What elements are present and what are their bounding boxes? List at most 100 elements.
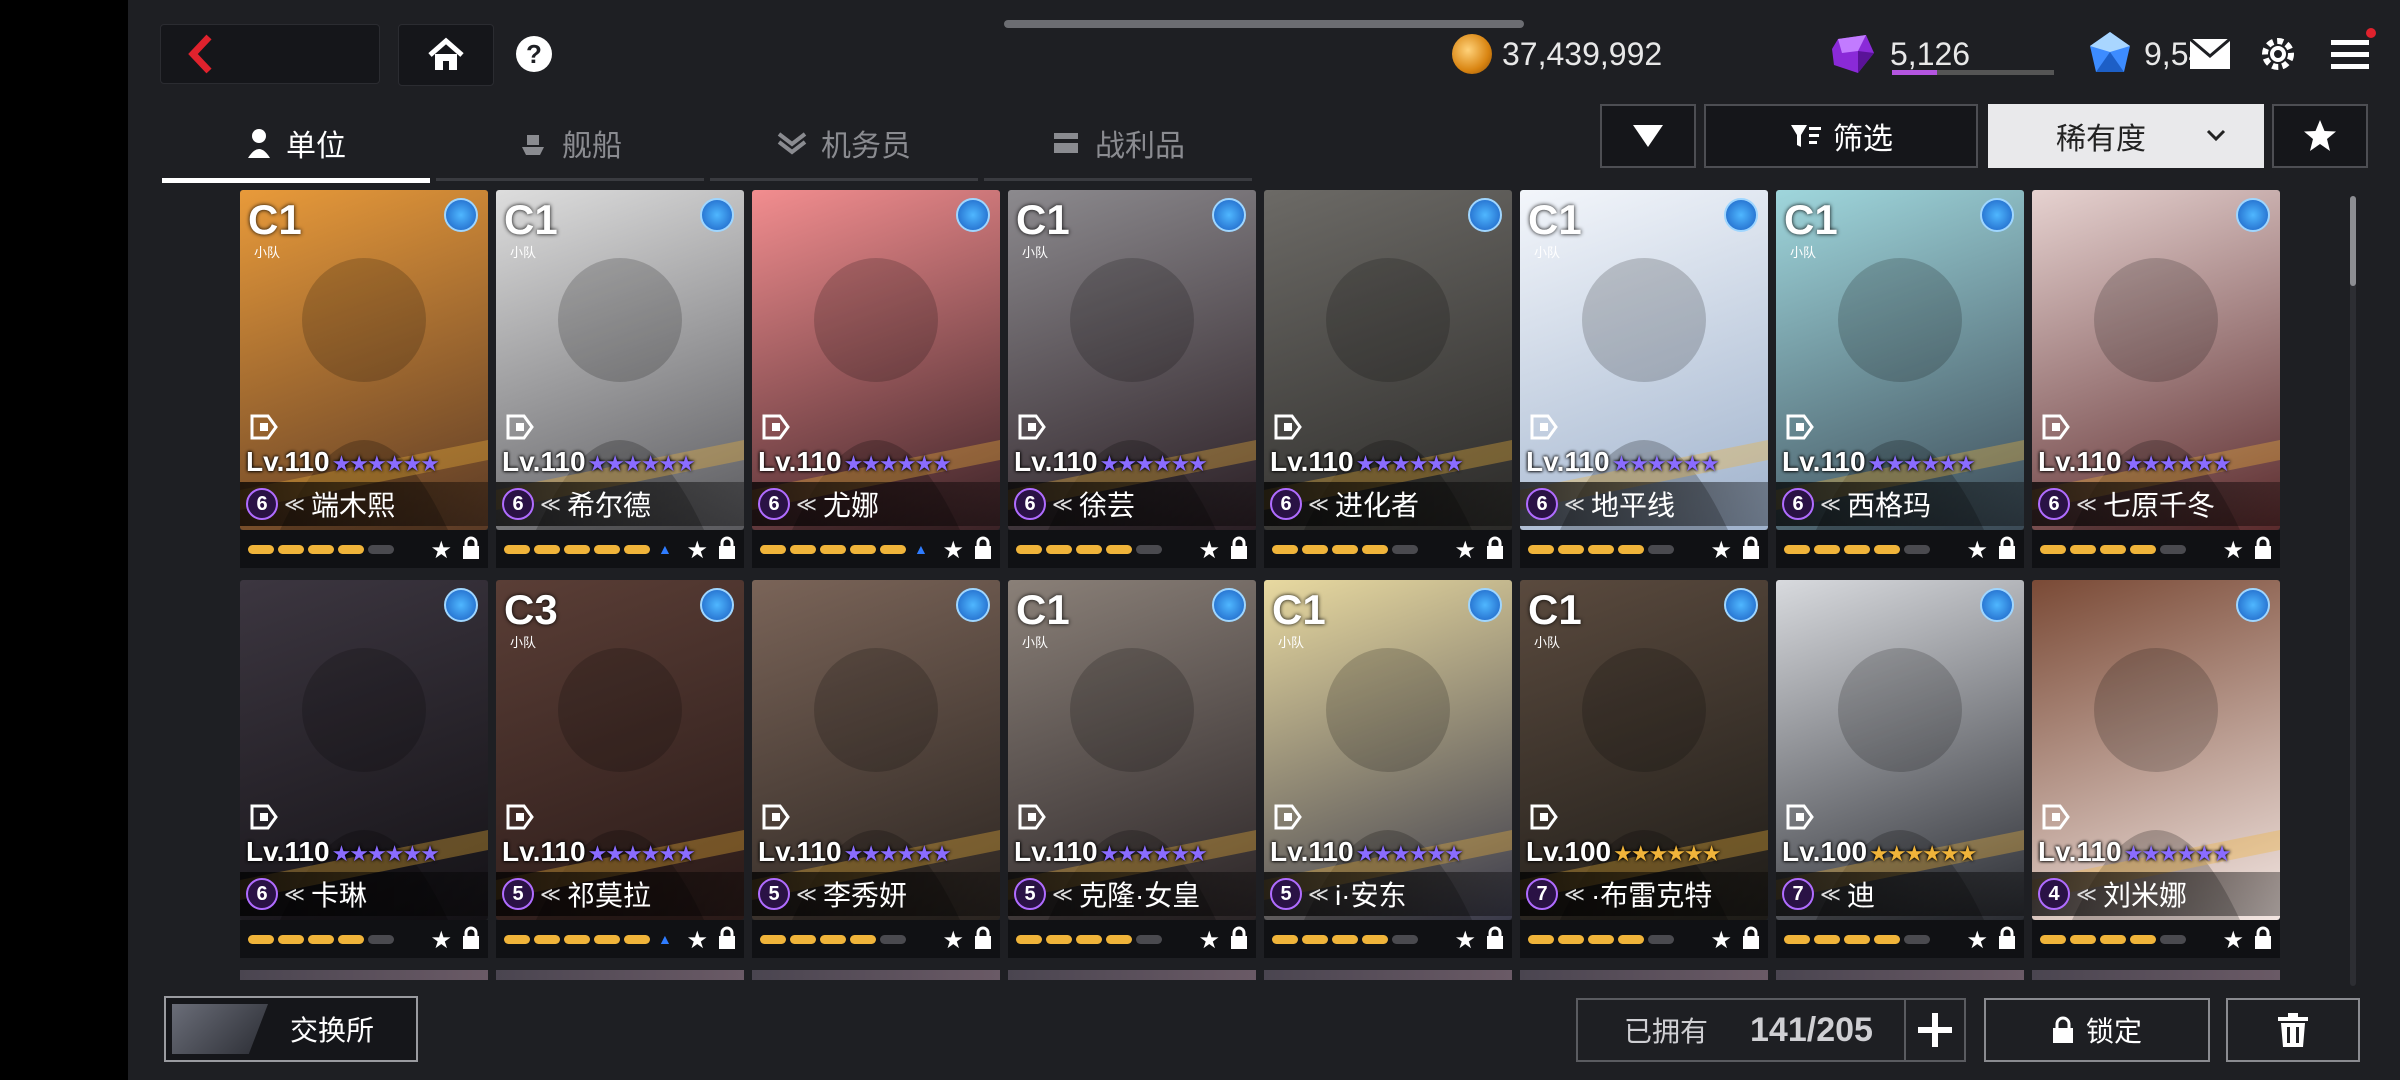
favorite-star-icon[interactable]: ★ bbox=[2222, 536, 2244, 565]
lock-icon[interactable] bbox=[718, 536, 736, 560]
tab-units[interactable]: 单位 bbox=[162, 108, 430, 183]
favorite-star-icon[interactable]: ★ bbox=[430, 926, 452, 955]
unit-card[interactable]: Lv.100★★★★★★ 7 ≪ 迪 ★ bbox=[1776, 580, 2024, 958]
level-text: Lv.110 bbox=[1014, 446, 1098, 477]
grade-badge: 6 bbox=[2038, 488, 2070, 520]
tab-loot[interactable]: 战利品 bbox=[984, 108, 1252, 181]
lock-icon[interactable] bbox=[1486, 926, 1504, 950]
home-button[interactable] bbox=[398, 24, 494, 86]
collapse-toggle-button[interactable] bbox=[1600, 104, 1696, 168]
star-rating: ★★★★★★ bbox=[1611, 451, 1720, 476]
unit-card-partial[interactable] bbox=[1264, 970, 1512, 980]
unit-card[interactable]: Lv.110★★★★★★ 4 ≪ 刘米娜 ★ bbox=[2032, 580, 2280, 958]
card-footer: ★ bbox=[1776, 920, 2024, 958]
exchange-button[interactable]: 交换所 bbox=[164, 996, 418, 1062]
unit-card[interactable]: Lv.110★★★★★★ 6 ≪ 进化者 ★ bbox=[1264, 190, 1512, 568]
mail-button[interactable] bbox=[2188, 32, 2232, 76]
filter-button[interactable]: 筛选 bbox=[1704, 104, 1978, 168]
rank-label: C1 bbox=[1528, 586, 1582, 633]
wing-emblem-icon: ≪ bbox=[284, 493, 305, 516]
lock-icon[interactable] bbox=[2254, 536, 2272, 560]
unit-card-partial[interactable] bbox=[1520, 970, 1768, 980]
favorite-star-icon[interactable]: ★ bbox=[1710, 926, 1732, 955]
unit-card[interactable]: C1 小队 Lv.110★★★★★★ 6 ≪ 端木熙 ★ bbox=[240, 190, 488, 568]
lock-icon[interactable] bbox=[1230, 536, 1248, 560]
unit-card-partial[interactable] bbox=[1008, 970, 1256, 980]
unit-card[interactable]: C1 小队 Lv.110★★★★★★ 5 ≪ i·安东 ★ bbox=[1264, 580, 1512, 958]
grid-scrollbar[interactable] bbox=[2350, 196, 2356, 986]
expand-capacity-button[interactable] bbox=[1904, 998, 1966, 1062]
tab-ships[interactable]: 舰船 bbox=[436, 108, 704, 181]
ability-pip bbox=[1392, 544, 1418, 554]
unit-portrait: Lv.110★★★★★★ 5 ≪ 李秀妍 bbox=[752, 580, 1000, 920]
top-bar: ? 37,439,992 5,126 9,547 bbox=[128, 0, 2400, 100]
lock-button[interactable]: 锁定 bbox=[1984, 998, 2210, 1062]
lock-icon[interactable] bbox=[974, 536, 992, 560]
lock-icon[interactable] bbox=[462, 536, 480, 560]
ability-pip bbox=[338, 544, 364, 554]
unit-card[interactable]: C1 小队 Lv.110★★★★★★ 6 ≪ 西格玛 ★ bbox=[1776, 190, 2024, 568]
favorite-star-icon[interactable]: ★ bbox=[686, 536, 708, 565]
name-bar: 6 ≪ 徐芸 bbox=[1008, 482, 1256, 526]
ability-pip bbox=[1046, 544, 1072, 554]
unit-card[interactable]: C1 小队 Lv.110★★★★★★ 5 ≪ 克隆·女皇 ★ bbox=[1008, 580, 1256, 958]
settings-button[interactable] bbox=[2256, 32, 2300, 76]
favorite-star-icon[interactable]: ★ bbox=[1966, 536, 1988, 565]
unit-card[interactable]: Lv.110★★★★★★ 6 ≪ 七原千冬 ★ bbox=[2032, 190, 2280, 568]
favorite-filter-button[interactable] bbox=[2272, 104, 2368, 168]
lock-icon[interactable] bbox=[1230, 926, 1248, 950]
unit-card-partial[interactable] bbox=[2032, 970, 2280, 980]
ability-pip bbox=[2100, 544, 2126, 554]
favorite-star-icon[interactable]: ★ bbox=[1454, 536, 1476, 565]
unit-card[interactable]: Lv.110★★★★★★ 6 ≪ 卡琳 ★ bbox=[240, 580, 488, 958]
lock-icon[interactable] bbox=[1486, 536, 1504, 560]
favorite-star-icon[interactable]: ★ bbox=[1454, 926, 1476, 955]
favorite-star-icon[interactable]: ★ bbox=[1710, 536, 1732, 565]
back-button[interactable] bbox=[160, 24, 380, 84]
unit-card-partial[interactable] bbox=[752, 970, 1000, 980]
pull-down-handle[interactable] bbox=[1004, 20, 1524, 28]
favorite-star-icon[interactable]: ★ bbox=[430, 536, 452, 565]
unit-portrait: Lv.110★★★★★★ 6 ≪ 尤娜 bbox=[752, 190, 1000, 530]
favorite-star-icon[interactable]: ★ bbox=[1198, 926, 1220, 955]
lock-icon[interactable] bbox=[974, 926, 992, 950]
grade-badge: 6 bbox=[1782, 488, 1814, 520]
favorite-star-icon[interactable]: ★ bbox=[942, 536, 964, 565]
help-button[interactable]: ? bbox=[516, 36, 552, 72]
lock-icon[interactable] bbox=[1998, 926, 2016, 950]
star-rating: ★★★★★★ bbox=[331, 841, 440, 866]
unit-card[interactable]: Lv.110★★★★★★ 6 ≪ 尤娜 ▲ ★ bbox=[752, 190, 1000, 568]
unit-card[interactable]: C3 小队 Lv.110★★★★★★ 5 ≪ 祁莫拉 ▲ ★ bbox=[496, 580, 744, 958]
unit-card-partial[interactable] bbox=[496, 970, 744, 980]
name-bar: 5 ≪ 祁莫拉 bbox=[496, 872, 744, 916]
unit-card[interactable]: C1 小队 Lv.110★★★★★★ 6 ≪ 地平线 ★ bbox=[1520, 190, 1768, 568]
unit-card[interactable]: C1 小队 Lv.100★★★★★★ 7 ≪ ·布雷克特 ★ bbox=[1520, 580, 1768, 958]
lock-icon[interactable] bbox=[2254, 926, 2272, 950]
lock-icon[interactable] bbox=[1742, 536, 1760, 560]
lock-icon[interactable] bbox=[1742, 926, 1760, 950]
lock-icon[interactable] bbox=[1998, 536, 2016, 560]
menu-button[interactable] bbox=[2328, 28, 2376, 76]
ability-pip bbox=[1302, 934, 1328, 944]
level-label: Lv.110★★★★★★ bbox=[1014, 836, 1208, 868]
tab-crew[interactable]: 机务员 bbox=[710, 108, 978, 181]
rank-label: C1 bbox=[248, 196, 302, 243]
favorite-star-icon[interactable]: ★ bbox=[942, 926, 964, 955]
delete-button[interactable] bbox=[2226, 998, 2360, 1062]
awaken-badge-icon bbox=[1468, 588, 1502, 622]
sort-dropdown[interactable]: 稀有度 bbox=[1988, 104, 2264, 168]
unit-card-partial[interactable] bbox=[1776, 970, 2024, 980]
favorite-star-icon[interactable]: ★ bbox=[686, 926, 708, 955]
scroll-thumb[interactable] bbox=[2350, 196, 2356, 286]
favorite-star-icon[interactable]: ★ bbox=[1966, 926, 1988, 955]
lock-label: 锁定 bbox=[2085, 1016, 2142, 1047]
lock-icon[interactable] bbox=[718, 926, 736, 950]
unit-card[interactable]: C1 小队 Lv.110★★★★★★ 6 ≪ 希尔德 ▲ ★ bbox=[496, 190, 744, 568]
unit-card[interactable]: C1 小队 Lv.110★★★★★★ 6 ≪ 徐芸 ★ bbox=[1008, 190, 1256, 568]
favorite-star-icon[interactable]: ★ bbox=[2222, 926, 2244, 955]
unit-card-partial[interactable] bbox=[240, 970, 488, 980]
favorite-star-icon[interactable]: ★ bbox=[1198, 536, 1220, 565]
ability-pip bbox=[1016, 934, 1042, 944]
unit-card[interactable]: Lv.110★★★★★★ 5 ≪ 李秀妍 ★ bbox=[752, 580, 1000, 958]
lock-icon[interactable] bbox=[462, 926, 480, 950]
